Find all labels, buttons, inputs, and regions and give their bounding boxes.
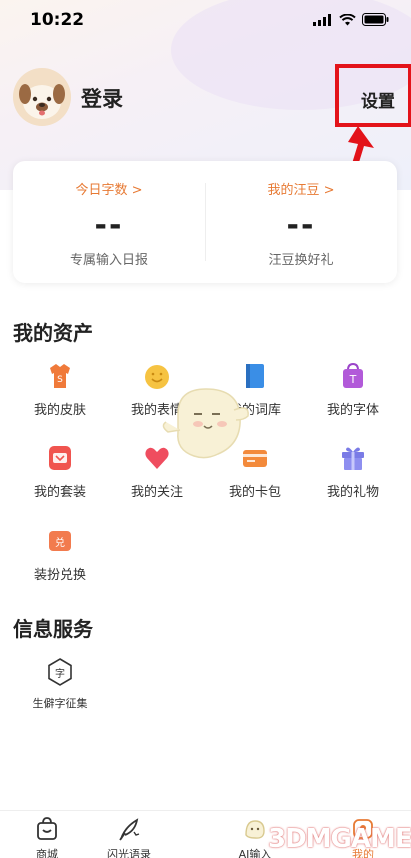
- wifi-icon: [339, 13, 356, 25]
- watermark: 3DMGAME: [268, 824, 411, 854]
- tab-quotes[interactable]: 闪光语录: [88, 817, 170, 858]
- dog-avatar-icon: [13, 68, 71, 126]
- today-words-subtitle: 专属输入日报: [69, 253, 148, 268]
- services-section-title: 信息服务: [13, 617, 93, 641]
- today-words-value: --: [94, 208, 124, 243]
- beans-title[interactable]: 我的汪豆 >: [205, 179, 397, 198]
- tab-shop[interactable]: 商城: [6, 817, 88, 858]
- annotation-highlight-box: [335, 64, 411, 127]
- status-time: 10:22: [30, 10, 85, 30]
- status-bar: 10:22: [0, 0, 411, 42]
- asset-item-suit[interactable]: 我的套装: [11, 444, 109, 500]
- today-words-stat[interactable]: 今日字数 > -- 专属输入日报: [13, 161, 205, 283]
- shirt-icon: S: [50, 364, 70, 388]
- tab-label: 商城: [36, 848, 58, 858]
- ai-input-icon: [245, 820, 265, 839]
- asset-item-font[interactable]: T 我的字体: [304, 362, 402, 418]
- beans-subtitle: 汪豆换好礼: [268, 253, 334, 268]
- rare-char-icon: 字: [48, 658, 72, 686]
- service-item-rare-char[interactable]: 字 生僻字征集: [11, 658, 109, 711]
- tab-label: 闪光语录: [107, 848, 151, 858]
- asset-item-exchange[interactable]: 兑 装扮兑换: [11, 527, 109, 583]
- asset-item-label: 装扮兑换: [33, 568, 86, 583]
- stats-card: 今日字数 > -- 专属输入日报 我的汪豆 > -- 汪豆换好礼: [13, 161, 397, 283]
- battery-icon: [362, 13, 389, 26]
- asset-item-label: 我的卡包: [228, 485, 281, 500]
- signal-icon: [313, 13, 331, 26]
- asset-item-label: 我的套装: [33, 485, 86, 500]
- svg-text:T: T: [349, 373, 357, 386]
- avatar[interactable]: [13, 68, 71, 126]
- status-icons: [313, 13, 389, 26]
- svg-text:字: 字: [55, 667, 65, 680]
- svg-text:S: S: [57, 375, 63, 385]
- exchange-icon: 兑: [49, 531, 71, 551]
- beans-stat[interactable]: 我的汪豆 > -- 汪豆换好礼: [205, 161, 397, 283]
- beans-value: --: [286, 208, 316, 243]
- service-item-label: 生僻字征集: [32, 697, 88, 710]
- svg-text:兑: 兑: [55, 536, 65, 549]
- mascot-icon: [162, 388, 249, 459]
- font-bag-icon: T: [343, 362, 363, 388]
- asset-item-label: 我的关注: [130, 485, 183, 500]
- asset-item-label: 我的礼物: [326, 485, 379, 500]
- suit-icon: [49, 446, 71, 470]
- asset-item-skin[interactable]: S 我的皮肤: [11, 362, 109, 418]
- assets-section-title: 我的资产: [13, 321, 93, 345]
- asset-item-gift[interactable]: 我的礼物: [304, 444, 402, 500]
- login-link[interactable]: 登录: [81, 83, 123, 113]
- asset-item-label: 我的字体: [326, 403, 379, 418]
- shop-bag-icon: [37, 817, 57, 840]
- today-words-title[interactable]: 今日字数 >: [13, 179, 205, 198]
- gift-icon: [342, 447, 364, 470]
- asset-item-label: 我的皮肤: [33, 403, 86, 418]
- quill-icon: [119, 818, 140, 841]
